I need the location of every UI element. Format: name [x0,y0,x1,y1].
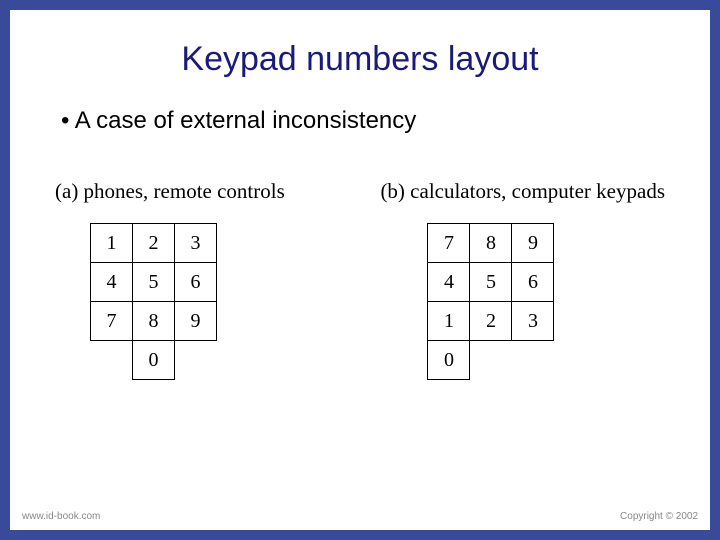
caption-a: (a) phones, remote controls [55,179,332,204]
key: 3 [511,301,554,341]
column-calculators: (b) calculators, computer keypads 7 8 9 … [380,179,665,380]
footer-url: www.id-book.com [22,511,100,522]
key: 1 [427,301,470,341]
key: 3 [174,223,217,263]
key: 4 [427,262,470,302]
caption-b: (b) calculators, computer keypads [380,179,665,204]
footer: www.id-book.com Copyright © 2002 [22,511,698,522]
key: 2 [469,301,512,341]
key: 6 [174,262,217,302]
columns: (a) phones, remote controls 1 2 3 4 5 6 … [55,179,665,380]
key: 4 [90,262,133,302]
key: 6 [511,262,554,302]
slide-title: Keypad numbers layout [55,40,665,79]
key: 9 [511,223,554,263]
key-zero: 0 [132,340,175,380]
keypad-phone: 1 2 3 4 5 6 7 8 9 0 [91,224,332,380]
key: 1 [90,223,133,263]
keypad-calculator: 7 8 9 4 5 6 1 2 3 0 [428,224,665,380]
footer-copyright: Copyright © 2002 [620,511,698,522]
key: 8 [469,223,512,263]
key: 5 [132,262,175,302]
column-phones: (a) phones, remote controls 1 2 3 4 5 6 … [55,179,332,380]
bullet-text: A case of external inconsistency [61,107,665,135]
key: 9 [174,301,217,341]
key-zero: 0 [427,340,470,380]
key: 8 [132,301,175,341]
slide: Keypad numbers layout A case of external… [10,10,710,530]
key: 7 [90,301,133,341]
key: 7 [427,223,470,263]
key: 2 [132,223,175,263]
key: 5 [469,262,512,302]
